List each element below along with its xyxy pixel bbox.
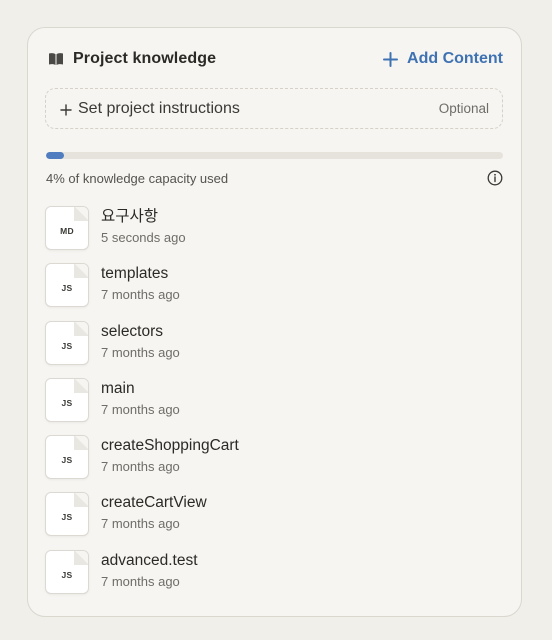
file-name: main — [101, 379, 135, 397]
capacity-bar-fill — [46, 152, 65, 159]
file-thumbnail: JS — [45, 549, 89, 594]
file-extension: JS — [61, 512, 73, 523]
page-fold — [74, 550, 88, 565]
file-item[interactable]: JS main 7 months ago — [45, 377, 503, 435]
file-name: templates — [101, 265, 169, 283]
project-knowledge-panel: Project knowledge Add Content Set projec… — [27, 27, 522, 617]
panel-header: Project knowledge Add Content — [48, 46, 503, 72]
page-fold — [74, 493, 88, 508]
file-time: 7 months ago — [101, 287, 180, 303]
optional-label: Optional — [438, 101, 489, 116]
capacity-bar — [46, 152, 503, 159]
add-content-button[interactable]: Add Content — [383, 50, 503, 68]
page-fold — [74, 378, 88, 393]
file-thumbnail: JS — [45, 492, 89, 537]
file-thumbnail: JS — [45, 263, 89, 308]
file-name: 요구사항 — [101, 208, 159, 225]
file-time: 7 months ago — [101, 459, 180, 475]
info-icon[interactable] — [487, 170, 503, 186]
file-extension: JS — [61, 397, 73, 408]
file-time: 7 months ago — [101, 401, 180, 417]
title-group: Project knowledge — [48, 50, 216, 68]
file-thumbnail: JS — [45, 320, 89, 365]
file-time: 5 seconds ago — [101, 230, 186, 245]
file-thumbnail: MD — [45, 206, 89, 250]
file-extension: JS — [61, 283, 73, 294]
file-time: 7 months ago — [101, 516, 180, 532]
file-name: createShoppingCart — [101, 437, 239, 455]
file-extension: MD — [60, 226, 74, 236]
file-info: 요구사항 5 seconds ago — [101, 206, 186, 247]
file-extension: JS — [61, 455, 73, 466]
add-content-label: Add Content — [407, 50, 503, 67]
file-info: createCartView 7 months ago — [101, 492, 207, 533]
capacity-row: 4% of knowledge capacity used — [46, 168, 503, 188]
file-name: selectors — [101, 322, 164, 340]
file-info: advanced.test 7 months ago — [101, 550, 198, 591]
panel-title: Project knowledge — [73, 50, 217, 67]
instructions-label: Set project instructions — [78, 99, 240, 117]
file-time: 7 months ago — [101, 573, 180, 589]
file-thumbnail: JS — [45, 377, 89, 422]
file-list: MD 요구사항 5 seconds ago JS templates 7 mon… — [45, 206, 503, 607]
file-item[interactable]: JS templates 7 months ago — [45, 263, 503, 320]
file-item[interactable]: JS advanced.test 7 months ago — [45, 549, 503, 607]
capacity-text: 4% of knowledge capacity used — [46, 170, 229, 186]
file-item[interactable]: JS selectors 7 months ago — [45, 320, 503, 378]
file-info: createShoppingCart 7 months ago — [101, 435, 239, 476]
file-extension: JS — [61, 340, 73, 351]
file-name: createCartView — [101, 494, 207, 512]
file-time: 7 months ago — [101, 344, 180, 360]
plus-icon — [383, 51, 399, 67]
page-fold — [74, 436, 88, 451]
file-item[interactable]: MD 요구사항 5 seconds ago — [45, 206, 503, 263]
page-fold — [74, 321, 88, 336]
file-item[interactable]: JS createCartView 7 months ago — [45, 492, 503, 549]
page-fold — [74, 264, 88, 279]
set-instructions-button[interactable]: Set project instructions Optional — [45, 88, 503, 129]
file-info: main 7 months ago — [101, 378, 180, 419]
file-name: advanced.test — [101, 551, 198, 569]
small-plus-icon — [60, 103, 72, 116]
instructions-left: Set project instructions — [60, 100, 240, 118]
book-icon — [48, 52, 64, 66]
file-thumbnail: JS — [45, 435, 89, 480]
file-info: templates 7 months ago — [101, 263, 180, 304]
file-item[interactable]: JS createShoppingCart 7 months ago — [45, 435, 503, 492]
page-fold — [74, 207, 88, 221]
file-extension: JS — [61, 569, 73, 580]
file-info: selectors 7 months ago — [101, 321, 180, 362]
